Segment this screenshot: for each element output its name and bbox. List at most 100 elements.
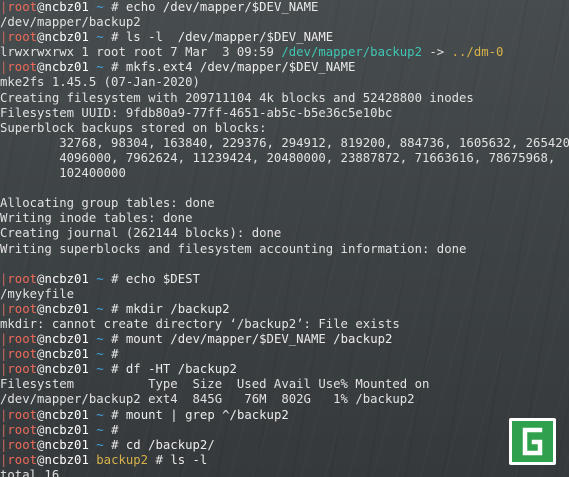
prompt-symbol: # <box>111 407 119 422</box>
prompt-user: root <box>7 362 38 377</box>
prompt-host: ncbz01 <box>44 362 89 377</box>
prompt-cwd: ~ <box>96 437 104 452</box>
prompt-cwd: ~ <box>96 60 104 75</box>
output-text: /dev/mapper/backup2 ext4 845G 76M 802G 1… <box>0 392 415 407</box>
prompt-cwd: ~ <box>96 407 104 422</box>
prompt-host: ncbz01 <box>44 301 89 316</box>
prompt-user: root <box>7 271 38 286</box>
prompt-user: root <box>7 0 38 14</box>
prompt-line: |root@ncbz01 ~ # df -HT /backup2 <box>0 362 569 377</box>
output-text: /mykeyfile <box>0 286 75 301</box>
prompt-host: ncbz01 <box>44 422 89 437</box>
prompt-symbol: # <box>155 452 163 467</box>
prompt-symbol: # <box>111 347 119 362</box>
prompt-host: ncbz01 <box>44 437 89 452</box>
output-text: 4096000, 7962624, 11239424, 20480000, 23… <box>0 150 556 165</box>
prompt-host: ncbz01 <box>44 347 89 362</box>
prompt-line: |root@ncbz01 ~ # cd /backup2/ <box>0 438 569 453</box>
command-text: echo $DEST <box>125 271 200 286</box>
output-text: Writing superblocks and filesystem accou… <box>0 241 467 256</box>
prompt-user: root <box>7 407 38 422</box>
prompt-symbol: # <box>111 60 119 75</box>
prompt-user: root <box>7 332 38 347</box>
output-line: /dev/mapper/backup2 ext4 845G 76M 802G 1… <box>0 392 569 407</box>
command-text: mkdir /backup2 <box>125 301 230 316</box>
output-text: Filesystem Type Size Used Avail Use% Mou… <box>0 377 430 392</box>
output-line: Allocating group tables: done <box>0 196 569 211</box>
terminal-window[interactable]: |root@ncbz01 ~ # echo /dev/mapper/$DEV_N… <box>0 0 569 477</box>
output-text: /dev/mapper/backup2 <box>0 15 141 30</box>
prompt-host: ncbz01 <box>44 60 89 75</box>
output-line: 32768, 98304, 163840, 229376, 294912, 81… <box>0 136 569 151</box>
prompt-user: root <box>7 60 38 75</box>
prompt-symbol: # <box>111 437 119 452</box>
output-text: mkdir: cannot create directory ‘/backup2… <box>0 316 400 331</box>
command-text: df -HT /backup2 <box>125 362 237 377</box>
prompt-line: |root@ncbz01 ~ # mkdir /backup2 <box>0 302 569 317</box>
output-text: Creating filesystem with 209711104 4k bl… <box>0 90 474 105</box>
prompt-line: |root@ncbz01 ~ # echo $DEST <box>0 272 569 287</box>
prompt-cwd: ~ <box>96 30 104 45</box>
prompt-line: |root@ncbz01 ~ # mkfs.ext4 /dev/mapper/$… <box>0 60 569 75</box>
prompt-symbol: # <box>111 30 119 45</box>
prompt-line: |root@ncbz01 ~ # mount /dev/mapper/$DEV_… <box>0 332 569 347</box>
prompt-line: |root@ncbz01 backup2 # ls -l <box>0 453 569 468</box>
prompt-cwd: ~ <box>96 0 104 14</box>
prompt-symbol: # <box>111 422 119 437</box>
output-text: 32768, 98304, 163840, 229376, 294912, 81… <box>0 135 569 150</box>
symlink-target: ../dm-0 <box>451 45 504 60</box>
output-line: 102400000 <box>0 166 569 181</box>
output-line: Filesystem UUID: 9fdb80a9-77ff-4651-ab5c… <box>0 106 569 121</box>
prompt-user: root <box>7 30 38 45</box>
output-line: mke2fs 1.45.5 (07-Jan-2020) <box>0 75 569 90</box>
command-text: echo /dev/mapper/$DEV_NAME <box>125 0 319 14</box>
output-line: Creating filesystem with 209711104 4k bl… <box>0 91 569 106</box>
output-line: Writing inode tables: done <box>0 211 569 226</box>
output-text: Writing inode tables: done <box>0 211 193 226</box>
output-line: mkdir: cannot create directory ‘/backup2… <box>0 317 569 332</box>
command-text: cd /backup2/ <box>125 437 215 452</box>
prompt-user: root <box>7 301 38 316</box>
output-line: /dev/mapper/backup2 <box>0 15 569 30</box>
prompt-symbol: # <box>111 271 119 286</box>
prompt-cwd: ~ <box>96 301 104 316</box>
prompt-symbol: # <box>111 362 119 377</box>
symlink-arrow: -> <box>422 45 452 60</box>
prompt-line: |root@ncbz01 ~ # echo /dev/mapper/$DEV_N… <box>0 0 569 15</box>
output-text: Creating journal (262144 blocks): done <box>0 226 282 241</box>
output-text: Filesystem UUID: 9fdb80a9-77ff-4651-ab5c… <box>0 105 393 120</box>
prompt-cwd: ~ <box>96 271 104 286</box>
output-text: 102400000 <box>0 166 126 181</box>
brand-logo-icon <box>509 418 556 465</box>
terminal-output: |root@ncbz01 ~ # echo /dev/mapper/$DEV_N… <box>0 0 569 477</box>
output-line: Superblock backups stored on blocks: <box>0 121 569 136</box>
prompt-symbol: # <box>111 301 119 316</box>
prompt-cwd: ~ <box>96 422 104 437</box>
prompt-host: ncbz01 <box>44 30 89 45</box>
output-line: total 16 <box>0 468 569 477</box>
output-line: /mykeyfile <box>0 287 569 302</box>
prompt-host: ncbz01 <box>44 271 89 286</box>
output-line: lrwxrwxrwx 1 root root 7 Mar 3 09:59 /de… <box>0 45 569 60</box>
prompt-user: root <box>7 422 38 437</box>
prompt-user: root <box>7 452 38 467</box>
prompt-symbol: # <box>111 332 119 347</box>
prompt-cwd: ~ <box>96 362 104 377</box>
command-text: mount | grep ^/backup2 <box>125 407 289 422</box>
ls-entry-prefix: lrwxrwxrwx 1 root root 7 Mar 3 09:59 <box>0 45 282 60</box>
prompt-host: ncbz01 <box>44 332 89 347</box>
output-text: mke2fs 1.45.5 (07-Jan-2020) <box>0 75 200 90</box>
symlink-name: /dev/mapper/backup2 <box>281 45 422 60</box>
prompt-line: |root@ncbz01 ~ # <box>0 423 569 438</box>
command-text: mount /dev/mapper/$DEV_NAME /backup2 <box>125 332 393 347</box>
output-line: Creating journal (262144 blocks): done <box>0 226 569 241</box>
prompt-line: |root@ncbz01 ~ # mount | grep ^/backup2 <box>0 408 569 423</box>
prompt-host: ncbz01 <box>44 452 89 467</box>
prompt-host: ncbz01 <box>44 407 89 422</box>
prompt-cwd: ~ <box>96 347 104 362</box>
output-line: Writing superblocks and filesystem accou… <box>0 242 569 257</box>
prompt-symbol: # <box>111 0 119 14</box>
prompt-line: |root@ncbz01 ~ # ls -l /dev/mapper/$DEV_… <box>0 30 569 45</box>
